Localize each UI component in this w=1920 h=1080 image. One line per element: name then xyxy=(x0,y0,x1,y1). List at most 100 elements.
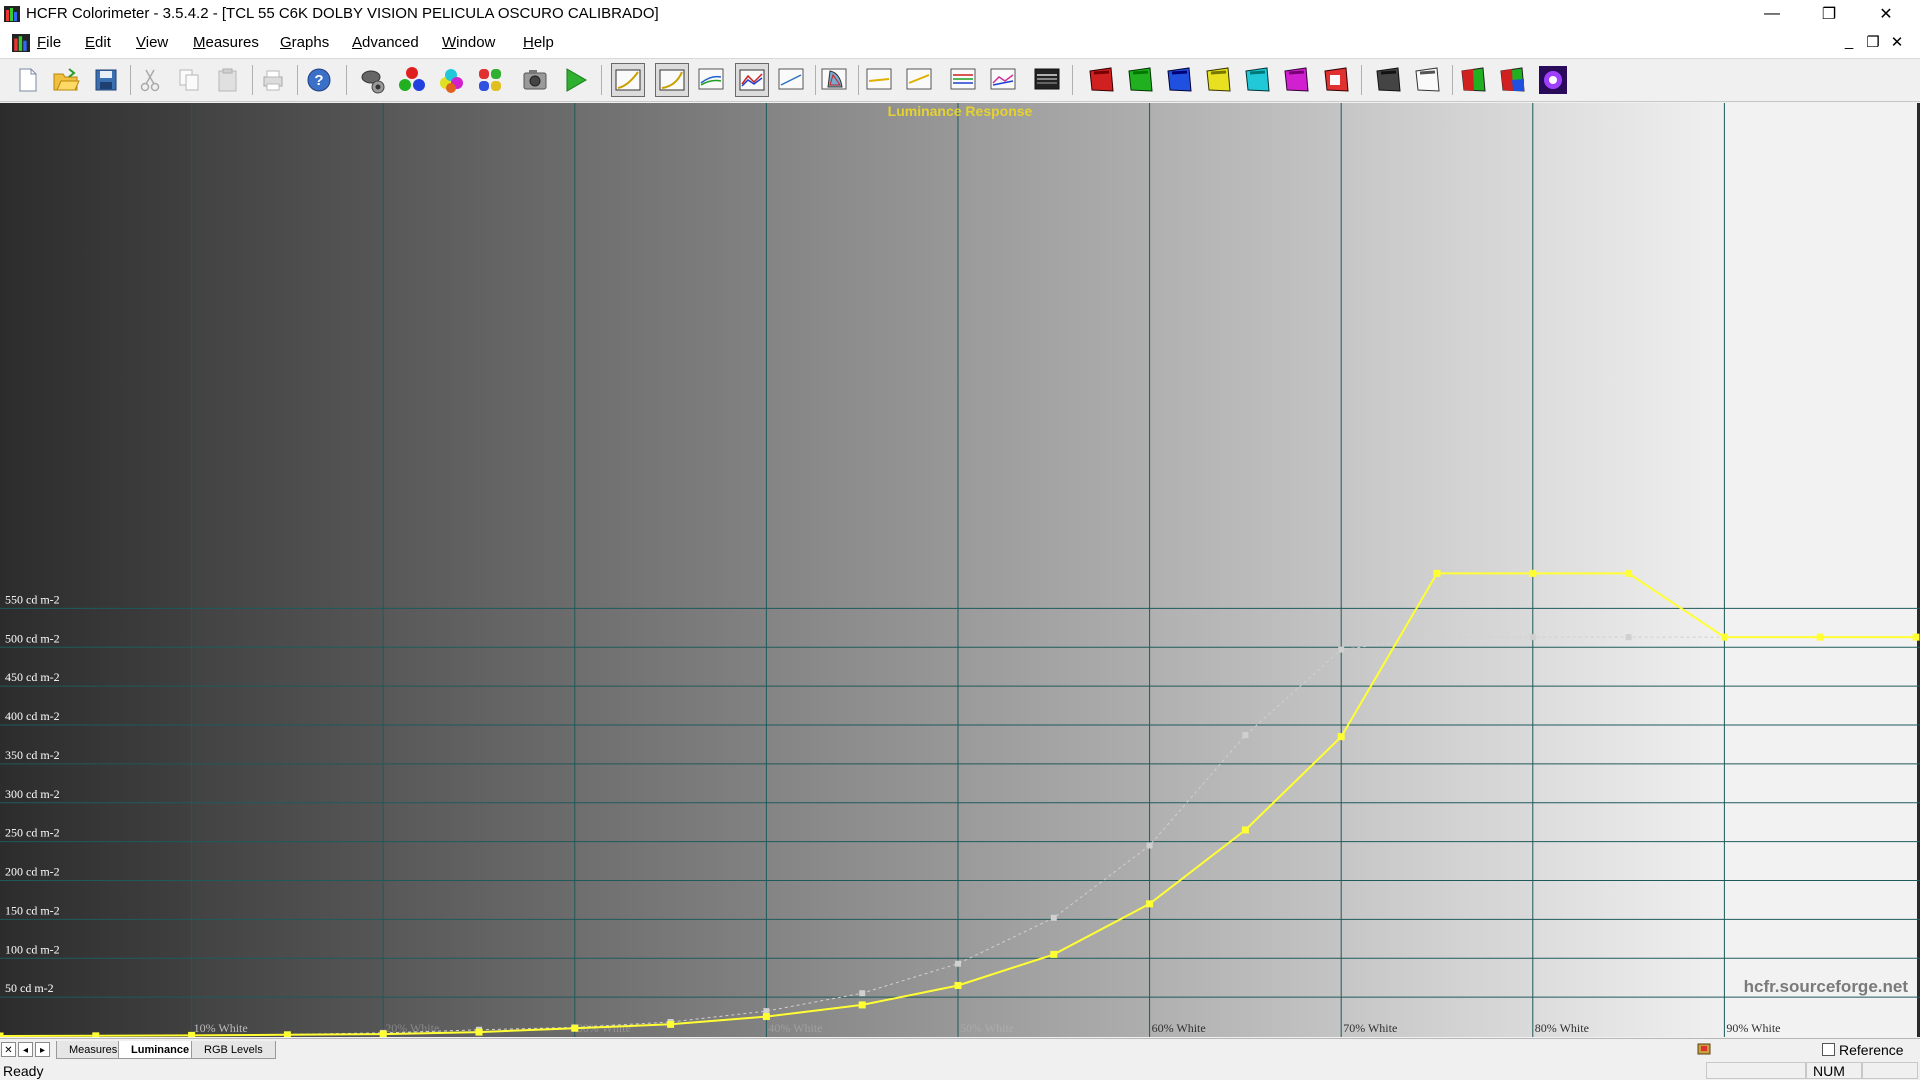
measure-green-button[interactable] xyxy=(1124,63,1158,97)
mdi-restore-button[interactable]: ❐ xyxy=(1864,33,1882,51)
new-document-button[interactable] xyxy=(10,63,44,97)
help-button[interactable]: ? xyxy=(302,63,336,97)
graph-deltae-button[interactable] xyxy=(903,63,937,97)
camera-button[interactable] xyxy=(518,63,552,97)
print-button[interactable] xyxy=(256,63,290,97)
new-document-icon xyxy=(19,68,37,92)
measured-point xyxy=(1625,569,1633,577)
cie-chart-icon xyxy=(821,68,847,90)
graph-near-white-button[interactable] xyxy=(1031,63,1065,97)
measure-rgb-button[interactable] xyxy=(1457,63,1491,97)
menu-window[interactable]: Window xyxy=(442,34,495,51)
y-tick-label: 550 cd m-2 xyxy=(5,592,60,606)
reference-point xyxy=(1529,634,1536,641)
tab-close-button[interactable]: ✕ xyxy=(1,1042,16,1057)
menu-measures[interactable]: Measures xyxy=(193,34,259,51)
minimize-icon: — xyxy=(1764,5,1780,22)
all-colors-button[interactable] xyxy=(473,63,507,97)
measured-point xyxy=(954,981,962,989)
secondary-colors-button[interactable] xyxy=(434,63,468,97)
menu-graphs[interactable]: Graphs xyxy=(280,34,329,51)
y-tick-label: 100 cd m-2 xyxy=(5,942,60,956)
graph-saturation-button[interactable] xyxy=(775,63,809,97)
measured-point xyxy=(475,1028,483,1036)
sensor-button[interactable] xyxy=(355,63,389,97)
tab-rgb-levels[interactable]: RGB Levels xyxy=(191,1041,276,1059)
measure-red-sat-button[interactable] xyxy=(1320,63,1354,97)
svg-text:?: ? xyxy=(314,72,323,89)
menu-view[interactable]: View xyxy=(136,34,168,51)
toolbar-separator xyxy=(858,65,859,95)
menu-advanced[interactable]: Advanced xyxy=(352,34,419,51)
print-icon xyxy=(263,70,283,91)
graph-color-temp-button[interactable] xyxy=(863,63,897,97)
close-button[interactable]: ✕ xyxy=(1863,0,1909,28)
measure-rgb-alt-button[interactable] xyxy=(1496,63,1530,97)
graph-rgb-button[interactable] xyxy=(695,63,729,97)
measure-cyan-button[interactable] xyxy=(1241,63,1275,97)
toolbar-separator xyxy=(1072,65,1073,95)
measure-gray-button[interactable] xyxy=(1372,63,1406,97)
measured-point xyxy=(1720,633,1728,641)
measure-blue-button[interactable] xyxy=(1163,63,1197,97)
copy-button[interactable] xyxy=(172,63,206,97)
minimize-button[interactable]: — xyxy=(1749,0,1795,28)
menu-edit[interactable]: Edit xyxy=(85,34,111,51)
measure-contrast-button[interactable] xyxy=(1411,63,1445,97)
mdi-minimize-icon: _ xyxy=(1844,33,1854,50)
mdi-minimize-button[interactable]: _ xyxy=(1840,33,1858,50)
primary-colors-icon xyxy=(399,67,425,91)
cut-button[interactable] xyxy=(133,63,167,97)
reference-point xyxy=(1050,914,1057,921)
graph-luminance-response-button[interactable] xyxy=(735,63,769,97)
paste-button[interactable] xyxy=(211,63,245,97)
graph-near-black-button[interactable] xyxy=(987,63,1021,97)
open-button[interactable] xyxy=(49,63,83,97)
measure-yellow-button[interactable] xyxy=(1202,63,1236,97)
special-button[interactable] xyxy=(1536,63,1570,97)
document-icon[interactable] xyxy=(12,34,30,52)
reference-point xyxy=(1338,646,1345,653)
y-tick-label: 300 cd m-2 xyxy=(5,787,60,801)
primary-colors-button[interactable] xyxy=(395,63,429,97)
toolbar-separator xyxy=(252,65,253,95)
tab-prev-button[interactable]: ◂ xyxy=(18,1042,33,1057)
menu-file-accel: F xyxy=(37,34,47,51)
menu-window-label: indow xyxy=(456,34,496,51)
mdi-close-button[interactable]: ✕ xyxy=(1888,33,1906,51)
graph-rgb-levels-button[interactable] xyxy=(947,63,981,97)
tab-next-button[interactable]: ▸ xyxy=(35,1042,50,1057)
x-tick-label: 40% White xyxy=(768,1021,822,1035)
restore-icon: ❐ xyxy=(1821,6,1837,23)
cie-chart-button[interactable] xyxy=(818,63,852,97)
tab-luminance[interactable]: Luminance xyxy=(118,1041,203,1059)
menu-edit-label: dit xyxy=(95,34,111,51)
sheet-tab-bar: ✕ ◂ ▸ Measures Luminance RGB Levels Refe… xyxy=(0,1038,1920,1061)
continuous-measure-button[interactable] xyxy=(558,63,592,97)
arrow-left-icon: ◂ xyxy=(22,1045,29,1056)
save-button[interactable] xyxy=(89,63,123,97)
measured-point xyxy=(1529,569,1537,577)
menu-view-label: iew xyxy=(145,34,169,51)
reference-checkbox[interactable] xyxy=(1822,1043,1835,1056)
luminance-chart[interactable]: 50 cd m-2 100 cd m-2 150 cd m-2 200 cd m-2 2… xyxy=(0,103,1920,1037)
graph-luminance-button[interactable] xyxy=(611,63,645,97)
measured-point xyxy=(762,1013,770,1021)
y-tick-label: 500 cd m-2 xyxy=(5,631,60,645)
open-folder-icon xyxy=(53,68,80,91)
menu-help-label: elp xyxy=(533,34,554,51)
measure-magenta-button[interactable] xyxy=(1280,63,1314,97)
y-tick-label: 350 cd m-2 xyxy=(5,748,60,762)
toolbar-separator xyxy=(346,65,347,95)
title-bar: HCFR Colorimeter - 3.5.4.2 - [TCL 55 C6K… xyxy=(0,0,1920,28)
y-tick-label: 450 cd m-2 xyxy=(5,670,60,684)
measure-red-button[interactable] xyxy=(1085,63,1119,97)
menu-help[interactable]: Help xyxy=(523,34,554,51)
measured-point xyxy=(92,1032,100,1037)
window-title: HCFR Colorimeter - 3.5.4.2 - [TCL 55 C6K… xyxy=(26,5,659,22)
menu-file[interactable]: File xyxy=(37,34,61,51)
graph-gamma-button[interactable] xyxy=(655,63,689,97)
maximize-button[interactable]: ❐ xyxy=(1806,0,1852,28)
measured-point xyxy=(283,1031,291,1037)
toolbar-separator xyxy=(130,65,131,95)
